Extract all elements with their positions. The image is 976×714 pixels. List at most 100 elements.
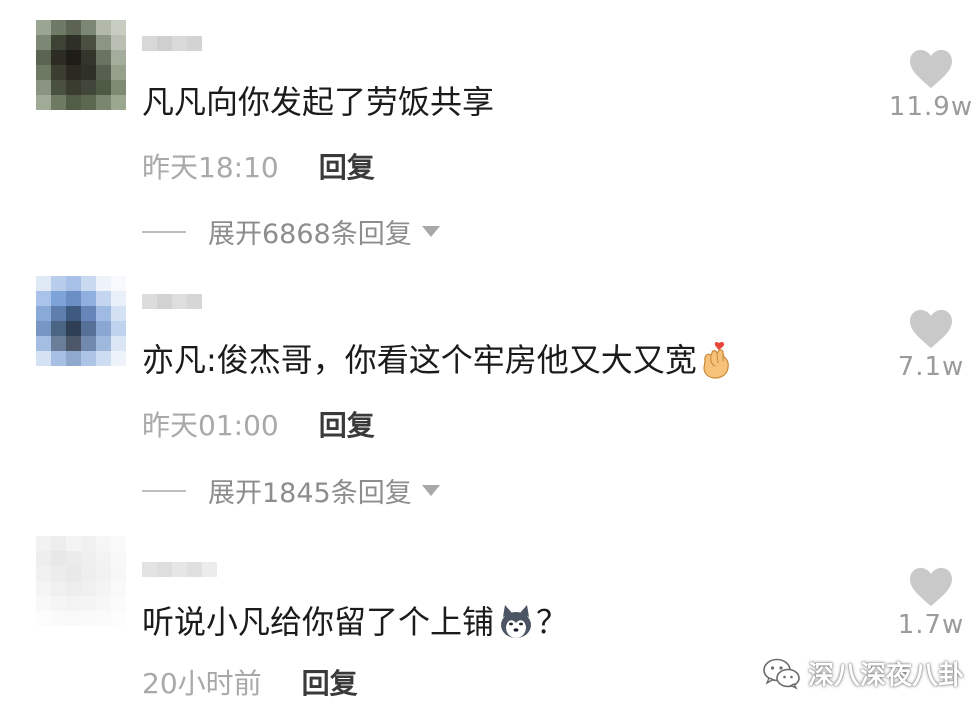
comment-text-content: 凡凡向你发起了劳饭共享	[142, 83, 495, 121]
avatar[interactable]	[36, 20, 126, 110]
avatar-pixel	[96, 351, 111, 366]
avatar-pixel	[36, 80, 51, 95]
avatar-pixel	[81, 336, 96, 351]
avatar-pixel	[66, 611, 81, 626]
avatar-pixel	[36, 536, 51, 551]
avatar-pixel	[111, 551, 126, 566]
comment-text: 亦凡:俊杰哥，你看这个牢房他又大又宽	[142, 340, 733, 380]
username-blurred[interactable]	[142, 36, 202, 51]
avatar-pixel	[36, 596, 51, 611]
avatar-pixel	[81, 306, 96, 321]
avatar-pixel	[111, 351, 126, 366]
like-count: 7.1w	[897, 352, 965, 382]
reply-button[interactable]: 回复	[319, 404, 375, 444]
avatar-pixel	[111, 95, 126, 110]
comment-meta: 昨天18:10 回复	[142, 146, 375, 186]
comment-time: 昨天18:10	[142, 151, 279, 184]
divider-line	[142, 489, 186, 492]
avatar-pixel	[111, 321, 126, 336]
avatar-pixel	[111, 611, 126, 626]
avatar-pixel	[96, 611, 111, 626]
avatar-pixel	[81, 551, 96, 566]
avatar-pixel	[111, 35, 126, 50]
avatar-pixel	[96, 596, 111, 611]
expand-replies-button[interactable]: 展开1845条回复	[142, 471, 440, 510]
avatar-pixel	[96, 306, 111, 321]
avatar-pixel	[96, 20, 111, 35]
avatar-pixel	[81, 80, 96, 95]
avatar-pixel	[111, 306, 126, 321]
username-blurred[interactable]	[142, 562, 217, 577]
comment-item: 凡凡向你发起了劳饭共享 昨天18:10 回复 展开6868条回复 11.9w	[0, 0, 976, 260]
avatar-pixel	[81, 611, 96, 626]
wechat-icon	[763, 658, 800, 690]
avatar-pixel	[96, 336, 111, 351]
username-blurred[interactable]	[142, 294, 202, 309]
heart-icon	[910, 49, 952, 89]
avatar-pixel	[81, 291, 96, 306]
avatar-pixel	[66, 306, 81, 321]
avatar-pixel	[81, 596, 96, 611]
avatar-pixel	[51, 581, 66, 596]
avatar-pixel	[66, 566, 81, 581]
avatar-pixel	[111, 581, 126, 596]
watermark-text: 深八深夜八卦	[807, 661, 964, 691]
avatar-pixel	[81, 20, 96, 35]
avatar-pixel	[111, 336, 126, 351]
avatar-pixel	[111, 20, 126, 35]
avatar-pixel	[36, 551, 51, 566]
avatar-pixel	[51, 291, 66, 306]
avatar-pixel	[96, 536, 111, 551]
avatar-pixel	[36, 65, 51, 80]
avatar-pixel	[36, 321, 51, 336]
comment-text-content: 听说小凡给你留了个上铺	[142, 603, 495, 641]
avatar-pixel	[51, 276, 66, 291]
avatar-pixel	[51, 35, 66, 50]
caret-down-icon	[421, 226, 440, 237]
expand-replies-button[interactable]: 展开6868条回复	[142, 212, 440, 251]
avatar-pixel	[36, 566, 51, 581]
like-count: 1.7w	[897, 610, 965, 640]
avatar-pixel	[111, 80, 126, 95]
avatar-pixel	[36, 50, 51, 65]
avatar-pixel	[66, 20, 81, 35]
avatar-pixel	[66, 336, 81, 351]
avatar[interactable]	[36, 536, 126, 626]
avatar-pixel	[66, 276, 81, 291]
avatar-pixel	[51, 551, 66, 566]
avatar-pixel	[111, 276, 126, 291]
avatar-pixel	[66, 50, 81, 65]
expand-replies-label: 展开6868条回复	[208, 219, 412, 250]
husky-icon	[501, 605, 532, 638]
avatar-pixel	[66, 321, 81, 336]
caret-down-icon	[421, 485, 440, 496]
avatar-pixel	[96, 566, 111, 581]
avatar-pixel	[51, 536, 66, 551]
like-count: 11.9w	[888, 92, 974, 122]
avatar-pixel	[111, 291, 126, 306]
avatar-pixel	[51, 20, 66, 35]
avatar-pixel	[51, 306, 66, 321]
comment-meta: 昨天01:00 回复	[142, 404, 375, 444]
reply-button[interactable]: 回复	[302, 662, 358, 702]
avatar-pixel	[36, 291, 51, 306]
avatar-pixel	[51, 596, 66, 611]
avatar-pixel	[81, 35, 96, 50]
avatar-pixel	[81, 536, 96, 551]
comment-time: 昨天01:00	[142, 409, 279, 442]
avatar[interactable]	[36, 276, 126, 366]
like-button[interactable]: 7.1w	[886, 308, 976, 382]
like-button[interactable]: 11.9w	[886, 48, 976, 122]
avatar-pixel	[96, 551, 111, 566]
avatar-pixel	[66, 35, 81, 50]
avatar-pixel	[66, 536, 81, 551]
like-button[interactable]: 1.7w	[886, 566, 976, 640]
comment-text: 凡凡向你发起了劳饭共享	[142, 82, 494, 122]
heart-icon	[910, 309, 952, 349]
avatar-pixel	[36, 351, 51, 366]
reply-button[interactable]: 回复	[319, 146, 375, 186]
avatar-pixel	[111, 65, 126, 80]
avatar-pixel	[66, 596, 81, 611]
avatar-pixel	[36, 306, 51, 321]
avatar-pixel	[36, 35, 51, 50]
